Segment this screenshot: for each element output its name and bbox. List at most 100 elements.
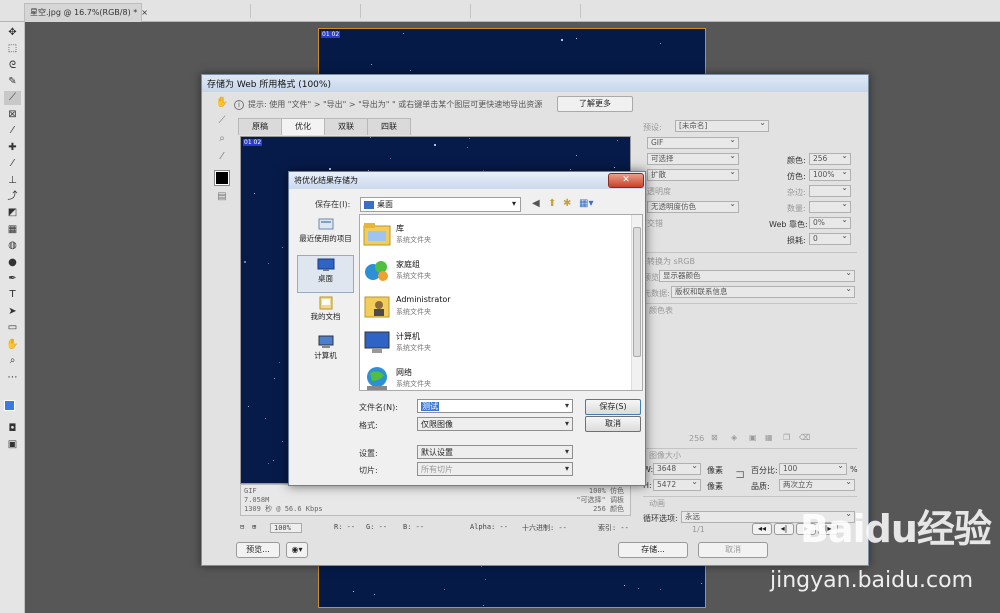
learn-more-button[interactable]: 了解更多 [557,96,633,112]
frame-tool-icon[interactable]: ⊠ [4,108,21,122]
move-tool-icon[interactable]: ✥ [4,26,21,40]
type-tool-icon[interactable]: T [4,288,21,302]
shape-tool-icon[interactable]: ▭ [4,321,21,335]
format-select[interactable]: 仅限图像 [417,417,573,431]
slices-select[interactable]: 所有切片 [417,462,573,476]
zoom-tool-icon[interactable]: ⌕ [4,354,21,368]
web-shift-icon[interactable]: ◈ [731,433,737,442]
view-menu-icon[interactable]: ▦▾ [579,198,593,209]
place-recent[interactable]: 最近使用的项目 [297,216,354,254]
filename-input[interactable]: 测试 [417,399,573,413]
marquee-tool-icon[interactable]: ⬚ [4,42,21,56]
cancel-button[interactable]: 取消 [585,416,641,432]
file-list[interactable]: 库 系统文件夹 家庭组 系统文件夹 Administrator 系统文件夹 计算… [359,214,643,391]
hand-tool-icon[interactable]: ✋ [4,338,21,352]
format-select[interactable]: GIF [647,137,739,149]
srgb-checkbox[interactable]: 转换为 sRGB [647,256,695,267]
tab-optimized[interactable]: 优化 [281,118,325,135]
eyedropper-icon[interactable]: ⁄ [214,151,230,165]
map-color-icon[interactable]: ⊠ [711,433,718,442]
foreground-color-swatch[interactable] [4,400,15,411]
screen-mode-icon[interactable]: ▣ [4,438,21,452]
browser-select-icon[interactable]: ◉▾ [286,542,308,558]
list-item[interactable]: 家庭组 系统文件夹 [362,253,632,289]
matte-select[interactable] [809,185,851,197]
transparency-checkbox[interactable]: 透明度 [647,186,671,197]
delete-color-icon[interactable]: ⌫ [799,433,810,442]
close-icon[interactable]: ✕ [608,173,644,188]
list-item[interactable]: 库 系统文件夹 [362,217,632,253]
more-tools-icon[interactable]: ⋯ [4,371,21,385]
place-documents[interactable]: 我的文档 [297,294,354,332]
document-tab[interactable]: 星空.jpg @ 16.7%(RGB/8) * × [24,3,142,22]
gradient-tool-icon[interactable]: ▦ [4,223,21,237]
scrollbar-thumb[interactable] [633,227,641,357]
zoom-tool-icon[interactable]: ⌕ [214,133,230,147]
list-item[interactable]: 网络 系统文件夹 [362,361,632,397]
link-icon[interactable]: ⊐ [735,467,745,481]
lossy-select[interactable]: 0 [809,233,851,245]
cancel-button[interactable]: 取消 [698,542,768,558]
amount-select[interactable] [809,201,851,213]
hand-tool-icon[interactable]: ✋ [214,97,230,111]
place-computer[interactable]: 计算机 [297,333,354,371]
eraser-tool-icon[interactable]: ◩ [4,206,21,220]
new-color-icon[interactable]: ❐ [783,433,790,442]
eyedropper-icon[interactable]: ⁄ [4,124,21,138]
tab-4up[interactable]: 四联 [367,118,411,135]
preview-select[interactable]: 显示器颜色 [659,270,855,282]
lock-color-icon[interactable]: ▣ [749,433,757,442]
tab-original[interactable]: 原稿 [238,118,282,135]
history-brush-icon[interactable]: ⤴ [4,190,21,204]
width-input[interactable]: 3648 [653,463,701,475]
up-folder-icon[interactable]: ⬆ [548,198,556,209]
zoom-out-icon[interactable]: ⊟ [240,523,244,531]
quick-mask-icon[interactable]: ◘ [4,422,21,436]
transparency-dither-select[interactable]: 无透明度仿色 [647,201,739,213]
slice-label: 01 02 [243,139,262,146]
blur-tool-icon[interactable]: ◍ [4,239,21,253]
web-snap-select[interactable]: 0% [809,217,851,229]
brush-tool-icon[interactable]: ⁄ [4,157,21,171]
toggle-slices-icon[interactable]: ▤ [214,191,230,205]
colors-select[interactable]: 256 [809,153,851,165]
stamp-tool-icon[interactable]: ⊥ [4,174,21,188]
reduction-select[interactable]: 可选择 [647,153,739,165]
interlace-checkbox[interactable]: 交错 [647,218,663,229]
zoom-select[interactable]: 100% [270,523,302,533]
save-button[interactable]: 保存(S) [585,399,641,415]
first-frame-icon[interactable]: ◂◂ [752,523,772,535]
list-item[interactable]: 计算机 系统文件夹 [362,325,632,361]
list-item[interactable]: Administrator 系统文件夹 [362,289,632,325]
lasso-tool-icon[interactable]: ᘓ [4,59,21,73]
scrollbar[interactable] [631,215,642,390]
add-color-icon[interactable]: ▦ [765,433,773,442]
new-folder-icon[interactable]: ✱ [563,198,571,209]
preview-button[interactable]: 预览... [236,542,280,558]
back-icon[interactable]: ◀ [532,198,540,209]
settings-select[interactable]: 默认设置 [417,445,573,459]
quick-select-icon[interactable]: ✎ [4,75,21,89]
prev-frame-icon[interactable]: ◂| [774,523,794,535]
zoom-in-icon[interactable]: ⊞ [252,523,256,531]
dither-algo-select[interactable]: 扩散 [647,169,739,181]
preset-select[interactable]: [未命名] [675,120,769,132]
place-desktop[interactable]: 桌面 [297,255,354,293]
eyedropper-color-swatch[interactable] [215,171,229,185]
path-select-icon[interactable]: ➤ [4,305,21,319]
quality-select[interactable]: 两次立方 [779,479,855,491]
slice-select-icon[interactable]: ⟋ [214,115,230,129]
pen-tool-icon[interactable]: ✒ [4,272,21,286]
close-icon[interactable]: × [141,8,148,17]
store-button[interactable]: 存储... [618,542,688,558]
readout-index: 索引: -- [598,523,629,533]
height-input[interactable]: 5472 [653,479,701,491]
save-in-select[interactable]: 桌面 ▾ [360,197,521,212]
percent-input[interactable]: 100 [779,463,847,475]
metadata-select[interactable]: 版权和联系信息 [671,286,855,298]
slice-tool-icon[interactable]: ⟋ [4,91,21,105]
healing-brush-icon[interactable]: ✚ [4,141,21,155]
tab-2up[interactable]: 双联 [324,118,368,135]
dodge-tool-icon[interactable]: ● [4,256,21,270]
dither-select[interactable]: 100% [809,169,851,181]
